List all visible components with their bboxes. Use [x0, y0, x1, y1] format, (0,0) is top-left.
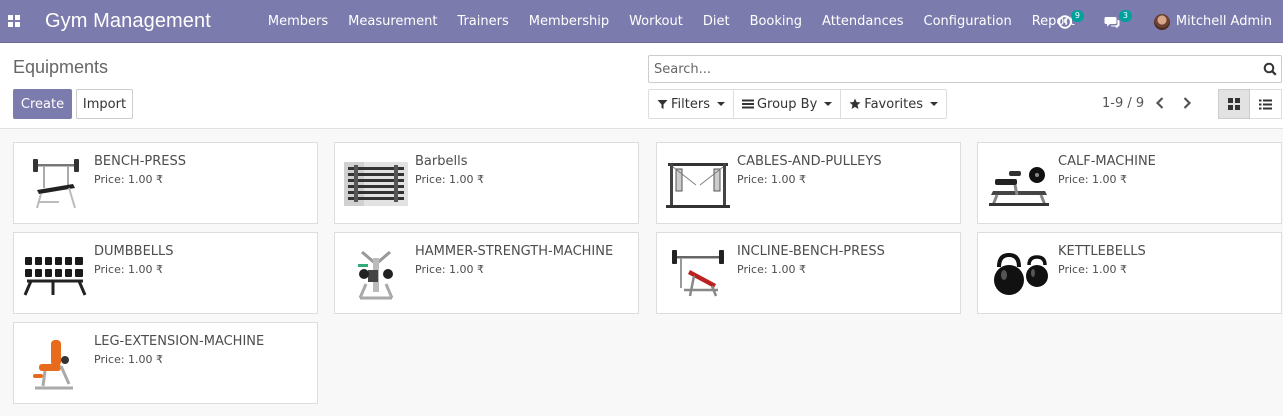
equipment-name: BENCH-PRESS [94, 154, 186, 169]
equipment-price: Price: 1.00 ₹ [1058, 173, 1128, 186]
equipment-card-calf-machine[interactable]: CALF-MACHINE Price: 1.00 ₹ [977, 142, 1282, 224]
dumbbells-image [22, 241, 88, 307]
filters-button[interactable]: Filters [649, 90, 734, 118]
user-menu[interactable]: Mitchell Admin [1153, 13, 1272, 30]
equipment-card-incline-bench-press[interactable]: INCLINE-BENCH-PRESS Price: 1.00 ₹ [656, 232, 961, 314]
equipment-card-bench-press[interactable]: BENCH-PRESS Price: 1.00 ₹ [13, 142, 318, 224]
avatar [1153, 13, 1170, 30]
equipment-price: Price: 1.00 ₹ [737, 263, 807, 276]
equipment-name: CALF-MACHINE [1058, 154, 1156, 169]
control-panel: Equipments Create Import Filters Group B… [0, 43, 1283, 129]
menu-item-attendances[interactable]: Attendances [812, 0, 913, 43]
menu-item-members[interactable]: Members [258, 0, 338, 43]
list-view-button[interactable] [1250, 89, 1282, 119]
equipment-price: Price: 1.00 ₹ [737, 173, 807, 186]
bench-press-image [22, 151, 88, 217]
hammer-strength-machine-image [343, 241, 409, 307]
menu-item-trainers[interactable]: Trainers [447, 0, 518, 43]
equipment-name: KETTLEBELLS [1058, 244, 1146, 259]
kanban-view-button[interactable] [1218, 89, 1250, 119]
page-title: Equipments [13, 57, 109, 77]
equipment-name: Barbells [415, 154, 468, 169]
apps-menu-icon[interactable] [0, 0, 28, 43]
equipment-price: Price: 1.00 ₹ [94, 263, 164, 276]
equipment-card-hammer-strength-machine[interactable]: HAMMER-STRENGTH-MACHINE Price: 1.00 ₹ [334, 232, 639, 314]
pager-value[interactable]: 1-9 / 9 [1102, 96, 1144, 111]
messaging-badge: 3 [1118, 10, 1132, 22]
search-box [648, 55, 1282, 83]
systray: 9 3 Mitchell Admin [1058, 0, 1283, 43]
leg-extension-machine-image [22, 331, 88, 397]
favorites-label: Favorites [864, 96, 924, 112]
import-button[interactable]: Import [76, 89, 133, 119]
equipment-card-barbells[interactable]: Barbells Price: 1.00 ₹ [334, 142, 639, 224]
equipment-price: Price: 1.00 ₹ [94, 173, 164, 186]
chevron-down-icon [930, 102, 939, 106]
chat-icon [1104, 16, 1120, 28]
equipment-card-dumbbells[interactable]: DUMBBELLS Price: 1.00 ₹ [13, 232, 318, 314]
search-icon[interactable] [1263, 62, 1277, 76]
menu-item-configuration[interactable]: Configuration [914, 0, 1022, 43]
kettlebells-image [986, 241, 1052, 307]
search-options: Filters Group By Favorites [648, 89, 948, 119]
menu-item-measurement[interactable]: Measurement [338, 0, 447, 43]
user-name: Mitchell Admin [1175, 14, 1272, 29]
equipment-name: DUMBBELLS [94, 244, 174, 259]
chevron-right-icon[interactable] [1180, 95, 1194, 111]
equipment-name: HAMMER-STRENGTH-MACHINE [415, 244, 614, 259]
create-button[interactable]: Create [13, 89, 72, 119]
cables-and-pulleys-image [665, 151, 731, 217]
top-navbar: Gym Management Members Measurement Train… [0, 0, 1283, 43]
list-icon [1259, 99, 1272, 109]
equipment-price: Price: 1.00 ₹ [1058, 263, 1128, 276]
search-input[interactable] [649, 56, 1249, 82]
menu-item-diet[interactable]: Diet [693, 0, 740, 43]
equipment-name: LEG-EXTENSION-MACHINE [94, 334, 265, 349]
messaging-menu[interactable]: 3 [1104, 0, 1140, 43]
incline-bench-press-image [665, 241, 731, 307]
filters-label: Filters [671, 96, 710, 112]
star-icon [849, 98, 861, 109]
bars-icon [741, 99, 754, 109]
chevron-down-icon [824, 102, 833, 106]
view-switcher [1218, 89, 1282, 119]
menu-item-workout[interactable]: Workout [619, 0, 693, 43]
equipment-price: Price: 1.00 ₹ [415, 173, 485, 186]
main-menu: Members Measurement Trainers Membership … [258, 0, 1085, 43]
equipment-price: Price: 1.00 ₹ [94, 353, 164, 366]
calf-machine-image [986, 151, 1052, 217]
grid-icon [1228, 98, 1240, 110]
favorites-button[interactable]: Favorites [841, 90, 946, 118]
equipment-name: CABLES-AND-PULLEYS [737, 154, 882, 169]
equipment-card-leg-extension-machine[interactable]: LEG-EXTENSION-MACHINE Price: 1.00 ₹ [13, 322, 318, 404]
app-brand[interactable]: Gym Management [45, 10, 211, 33]
menu-item-membership[interactable]: Membership [519, 0, 619, 43]
filter-icon [657, 99, 668, 109]
groupby-button[interactable]: Group By [734, 90, 842, 118]
equipment-card-cables-and-pulleys[interactable]: CABLES-AND-PULLEYS Price: 1.00 ₹ [656, 142, 961, 224]
clock-icon [1058, 14, 1072, 29]
barbells-image [343, 151, 409, 217]
equipment-price: Price: 1.00 ₹ [415, 263, 485, 276]
activity-menu[interactable]: 9 [1058, 0, 1088, 43]
chevron-left-icon[interactable] [1153, 95, 1167, 111]
activity-badge: 9 [1070, 10, 1084, 22]
equipment-name: INCLINE-BENCH-PRESS [737, 244, 885, 259]
groupby-label: Group By [756, 96, 818, 112]
menu-item-booking[interactable]: Booking [740, 0, 812, 43]
equipment-card-kettlebells[interactable]: KETTLEBELLS Price: 1.00 ₹ [977, 232, 1282, 314]
chevron-down-icon [716, 102, 725, 106]
